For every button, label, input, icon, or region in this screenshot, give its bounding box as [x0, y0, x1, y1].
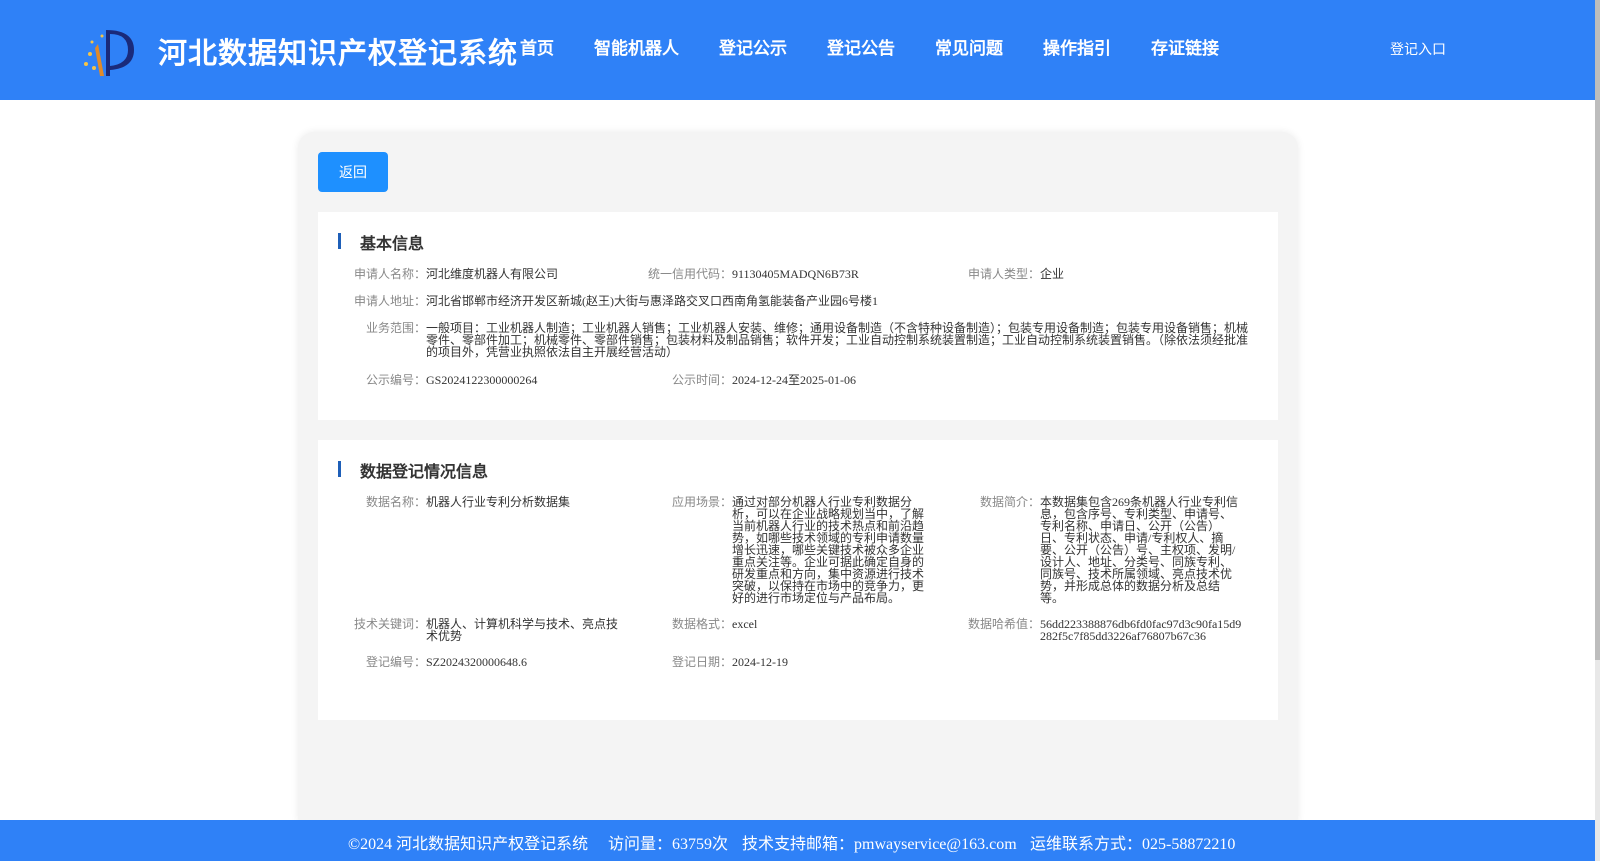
basic-info-title: 基本信息 — [338, 230, 424, 254]
scenario-label: 应用场景： — [671, 495, 732, 509]
scrollbar-thumb[interactable] — [1595, 0, 1600, 660]
nav-home[interactable]: 首页 — [520, 34, 554, 59]
footer-copyright: ©2024 河北数据知识产权登记系统 — [348, 836, 589, 853]
scenario-value: 通过对部分机器人行业专利数据分析，可以在企业战略规划当中，了解当前机器人行业的技… — [732, 495, 925, 605]
data-name-value: 机器人行业专利分析数据集 — [426, 495, 571, 509]
top-header: 河北数据知识产权登记系统 首页 智能机器人 登记公示 登记公告 常见问题 操作指… — [0, 0, 1600, 100]
detail-container: 返回 基本信息 申请人名称： 河北维度机器人有限公司 统一信用代码： 91130… — [298, 132, 1298, 832]
notice-time-label: 公示时间： — [671, 373, 732, 387]
data-registration-card: 数据登记情况信息 数据名称： 机器人行业专利分析数据集 应用场景： 通过对部分机… — [318, 440, 1278, 720]
logo-icon — [84, 30, 134, 76]
data-name-label: 数据名称： — [365, 495, 426, 509]
back-button[interactable]: 返回 — [318, 152, 388, 192]
data-intro-label: 数据简介： — [979, 495, 1040, 509]
registration-no-value: SZ2024320000648.6 — [426, 655, 528, 669]
address-value: 河北省邯郸市经济开发区新城(赵王)大街与惠泽路交叉口西南角氢能装备产业园6号楼1 — [426, 294, 878, 308]
keywords-label: 技术关键词： — [353, 617, 426, 631]
nav-announcement[interactable]: 登记公告 — [827, 34, 895, 59]
data-registration-title: 数据登记情况信息 — [338, 458, 488, 482]
data-format-value: excel — [732, 617, 758, 631]
applicant-type-label: 申请人类型： — [967, 267, 1040, 281]
main-nav: 首页 智能机器人 登记公示 登记公告 常见问题 操作指引 存证链接 — [520, 34, 1259, 59]
business-scope-label: 业务范围： — [365, 321, 426, 335]
applicant-type-value: 企业 — [1040, 267, 1065, 281]
site-title: 河北数据知识产权登记系统 — [158, 36, 519, 70]
address-label: 申请人地址： — [353, 294, 426, 308]
data-intro-value: 本数据集包含269条机器人行业专利信息，包含序号、专利类型、申请号、专利名称、申… — [1040, 495, 1239, 605]
credit-code-value: 91130405MADQN6B73R — [732, 267, 859, 281]
nav-evidence-link[interactable]: 存证链接 — [1151, 34, 1219, 59]
credit-code-label: 统一信用代码： — [647, 267, 732, 281]
notice-no-value: GS2024122300000264 — [426, 373, 538, 387]
page-footer: ©2024 河北数据知识产权登记系统 访问量：63759次 技术支持邮箱：pmw… — [0, 820, 1595, 861]
keywords-value: 机器人、计算机科学与技术、亮点技术优势 — [426, 617, 619, 643]
basic-info-card: 基本信息 申请人名称： 河北维度机器人有限公司 统一信用代码： 91130405… — [318, 212, 1278, 420]
footer-contact-phone: 运维联系方式：025-58872210 — [1030, 836, 1236, 853]
data-format-label: 数据格式： — [671, 617, 732, 631]
nav-faq[interactable]: 常见问题 — [935, 34, 1003, 59]
nav-robot[interactable]: 智能机器人 — [594, 34, 679, 59]
nav-publicity[interactable]: 登记公示 — [719, 34, 787, 59]
business-scope-value: 一般项目：工业机器人制造；工业机器人销售；工业机器人安装、维修；通用设备制造（不… — [426, 321, 1249, 359]
nav-guide[interactable]: 操作指引 — [1043, 34, 1111, 59]
notice-time-value: 2024-12-24至2025-01-06 — [732, 373, 856, 387]
footer-visits: 访问量：63759次 — [608, 836, 729, 853]
registration-no-label: 登记编号： — [365, 655, 426, 669]
data-hash-label: 数据哈希值： — [967, 617, 1040, 631]
login-link[interactable]: 登记入口 — [1390, 39, 1446, 59]
page-scrollbar[interactable] — [1595, 0, 1600, 861]
registration-date-value: 2024-12-19 — [732, 655, 788, 669]
applicant-name-label: 申请人名称： — [353, 267, 426, 281]
registration-date-label: 登记日期： — [671, 655, 732, 669]
data-hash-value: 56dd223388876db6fd0fac97d3c90fa15d9282f5… — [1040, 617, 1242, 643]
applicant-name-value: 河北维度机器人有限公司 — [426, 267, 559, 281]
notice-no-label: 公示编号： — [365, 373, 426, 387]
footer-support-email: 技术支持邮箱：pmwayservice@163.com — [742, 836, 1017, 853]
